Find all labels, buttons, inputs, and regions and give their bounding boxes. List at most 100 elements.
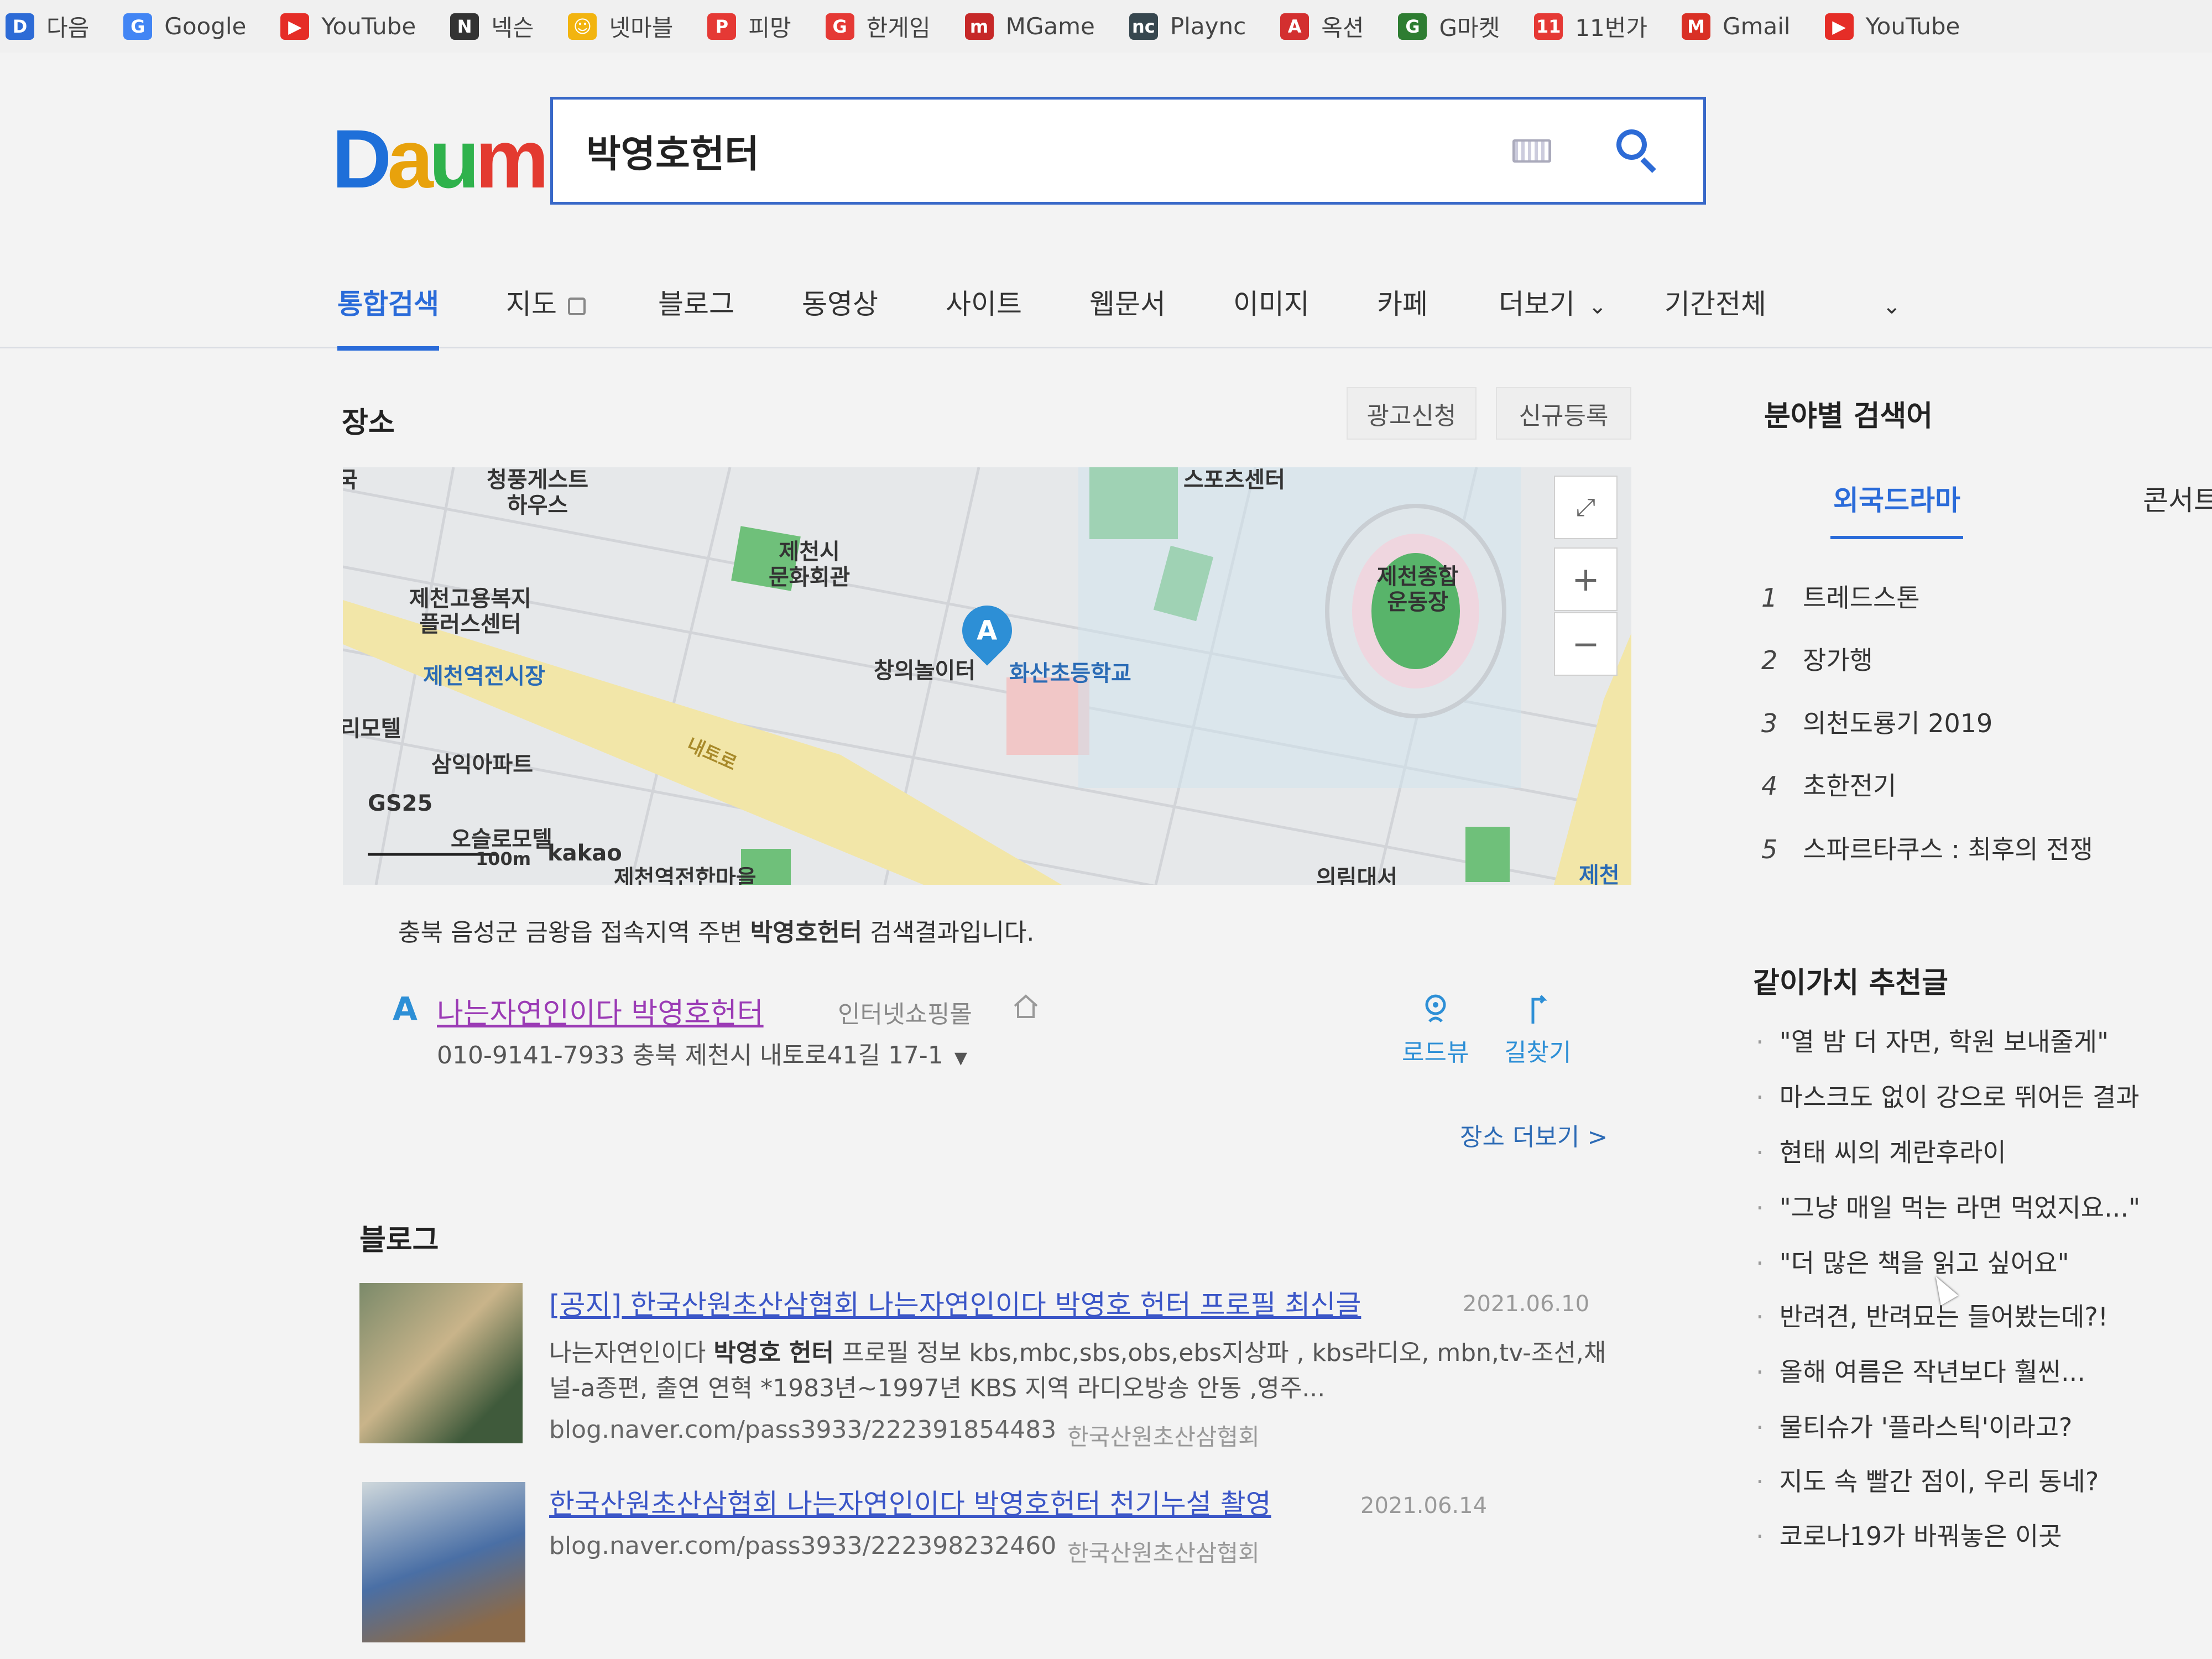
bookmark-item[interactable]: ☺ 넷마블 (568, 9, 673, 43)
daum-logo[interactable]: Daum (332, 117, 549, 200)
blog-title-link[interactable]: [공지] 한국산원초산삼협회 나는자연인이다 박영호 헌터 프로필 최신글 (549, 1283, 1361, 1323)
search-input[interactable] (553, 129, 1512, 173)
recommendation-item[interactable]: "그냥 매일 먹는 라면 먹었지요..." (1756, 1188, 2141, 1224)
bookmark-item[interactable]: G G마켓 (1398, 9, 1500, 43)
tab-site[interactable]: 사이트 (946, 282, 1022, 322)
google-icon: G (123, 13, 153, 40)
pmang-icon: P (707, 13, 737, 40)
place-address: 010-9141-7933 충북 제천시 내토로41길 17-1 ▼ (437, 1041, 967, 1070)
bookmark-item[interactable]: N 넥슨 (450, 9, 534, 43)
ranking-item[interactable]: 1 트레드스톤 (1761, 578, 1920, 614)
fullscreen-icon[interactable]: ⤢ (1554, 476, 1618, 539)
place-notice: 충북 음성군 금왕읍 접속지역 주변 박영호헌터 검색결과입니다. (398, 919, 1035, 947)
map-label: 제천 (1579, 863, 1620, 885)
map-label: 국 (343, 467, 358, 493)
map-label: 제천종합 운동장 (1377, 564, 1459, 615)
chevron-down-icon: ⌄ (1588, 294, 1607, 319)
blog-thumbnail[interactable] (359, 1283, 523, 1443)
bookmarks-bar: D 다음 G Google ▶ YouTube N 넥슨 ☺ 넷마블 P 피망 G 한게임 m MGame nc… (0, 0, 2212, 53)
checkbox-icon[interactable] (568, 297, 586, 315)
map-label: 제천고용복지 플러스센터 (409, 586, 531, 637)
directions-icon (1531, 995, 1547, 1024)
bookmark-label: MGame (1005, 13, 1095, 40)
map-label: 청풍게스트 하우스 (487, 467, 588, 518)
bookmark-label: YouTube (1865, 13, 1960, 40)
blog-date: 2021.06.14 (1360, 1493, 1488, 1519)
zoom-out-button[interactable]: − (1554, 612, 1618, 676)
recommendation-item[interactable]: 현태 씨의 계란후라이 (1756, 1133, 2006, 1169)
map[interactable]: 국 청풍게스트 하우스 제천시 문화회관 스포츠센터 제천고용복지 플러스센터 … (343, 467, 1631, 885)
place-category: 인터넷쇼핑몰 (838, 1000, 972, 1029)
blog-title-link[interactable]: 한국산원초산삼협회 나는자연인이다 박영호헌터 천기누설 촬영 (549, 1482, 1271, 1522)
place-result-link[interactable]: 나는자연인이다 박영호헌터 (437, 990, 764, 1031)
blog-url[interactable]: blog.naver.com/pass3933/222391854483 (549, 1416, 1056, 1444)
bookmark-item[interactable]: M Gmail (1682, 13, 1791, 40)
period-filter[interactable]: 기간전체 ⌄ (1665, 282, 1901, 322)
11st-icon: 11 (1534, 13, 1563, 40)
keyboard-icon[interactable] (1512, 139, 1551, 163)
search-tabs: 통합검색 지도 블로그 동영상 사이트 웹문서 이미지 카페 더보기 ⌄ 기간전체… (0, 265, 2212, 351)
blog-description: 나는자연인이다 박영호 헌터 프로필 정보 kbs,mbc,sbs,obs,eb… (549, 1339, 1606, 1402)
bookmark-item[interactable]: G Google (123, 13, 246, 40)
map-label: 의림대서 (1316, 865, 1398, 885)
gmarket-icon: G (1398, 13, 1427, 40)
recommendation-item[interactable]: "열 밤 더 자면, 학원 보내줄게" (1756, 1022, 2109, 1058)
search-box (550, 97, 1706, 205)
search-button[interactable] (1612, 126, 1662, 176)
bookmark-label: 넷마블 (609, 14, 674, 41)
tab-all[interactable]: 통합검색 (337, 282, 439, 351)
bookmark-item[interactable]: ▶ YouTube (1824, 13, 1960, 40)
bookmark-label: 피망 (748, 14, 791, 41)
tab-cafe[interactable]: 카페 (1377, 282, 1428, 322)
recommendation-item[interactable]: 지도 속 빨간 점이, 우리 동네? (1756, 1462, 2099, 1498)
new-register-button[interactable]: 신규등록 (1496, 387, 1631, 440)
tab-more[interactable]: 더보기 ⌄ (1499, 282, 1607, 322)
recommendation-item[interactable]: 반려견, 반려묘는 들어봤는데?! (1756, 1297, 2109, 1333)
zoom-in-button[interactable]: + (1554, 547, 1618, 611)
roadview-button[interactable]: 로드뷰 (1402, 993, 1469, 1068)
nexon-icon: N (450, 13, 479, 40)
result-marker: A (393, 990, 418, 1027)
blog-section-title: 블로그 (359, 1224, 439, 1257)
bookmark-item[interactable]: P 피망 (707, 9, 791, 43)
ranking-item[interactable]: 5 스파르타쿠스 : 최후의 전쟁 (1761, 830, 2093, 866)
bookmark-item[interactable]: nc Plaync (1129, 13, 1246, 40)
ranking-item[interactable]: 4 초한전기 (1761, 766, 1896, 802)
tab-foreign-drama[interactable]: 외국드라마 (1830, 478, 1963, 539)
ranking-item[interactable]: 3 의천도룡기 2019 (1761, 703, 1992, 740)
map-label: 제천시 문화회관 (769, 539, 851, 590)
recommendation-item[interactable]: 마스크도 없이 강으로 뛰어든 결과 (1756, 1077, 2140, 1114)
blog-thumbnail[interactable] (362, 1482, 525, 1642)
tab-concert[interactable]: 콘서트 (2143, 478, 2212, 518)
recommendation-item[interactable]: 코로나19가 바꿔놓은 이곳 (1756, 1516, 2062, 1553)
blog-url[interactable]: blog.naver.com/pass3933/222398232460 (549, 1532, 1056, 1560)
tab-webdoc[interactable]: 웹문서 (1089, 282, 1166, 322)
map-label: 제천역전한마을 (614, 865, 757, 885)
caret-down-icon[interactable]: ▼ (954, 1048, 967, 1068)
map-label: 화산초등학교 (1009, 661, 1131, 686)
bookmark-item[interactable]: ▶ YouTube (280, 13, 416, 40)
blog-source[interactable]: 한국산원초산삼협회 (1067, 1535, 1260, 1568)
bookmark-item[interactable]: A 옥션 (1280, 9, 1364, 43)
bookmark-item[interactable]: m MGame (964, 13, 1095, 40)
bookmark-item[interactable]: D 다음 (6, 9, 89, 43)
recommendation-item[interactable]: 올해 여름은 작년보다 훨씬... (1756, 1352, 2085, 1389)
bookmark-item[interactable]: 11 11번가 (1534, 9, 1647, 43)
ranking-item[interactable]: 2 장가행 (1761, 640, 1873, 677)
map-label: 삼익아파트 (431, 752, 533, 778)
tab-video[interactable]: 동영상 (802, 282, 878, 322)
tab-image[interactable]: 이미지 (1233, 282, 1310, 322)
ad-apply-button[interactable]: 광고신청 (1347, 387, 1477, 440)
place-more-link[interactable]: 장소 더보기 > (1460, 1117, 1608, 1152)
hangame-icon: G (825, 13, 854, 40)
bookmark-item[interactable]: G 한게임 (825, 9, 931, 43)
tab-map[interactable]: 지도 (506, 282, 586, 322)
recommendation-item[interactable]: 물티슈가 '플라스틱'이라고? (1756, 1407, 2073, 1444)
tab-blog[interactable]: 블로그 (658, 282, 734, 322)
recommendation-item[interactable]: "더 많은 책을 읽고 싶어요" (1756, 1243, 2069, 1280)
bookmark-label: Plaync (1170, 13, 1246, 40)
map-label: 창의놀이터 (874, 658, 975, 684)
directions-button[interactable]: 길찾기 (1504, 993, 1571, 1068)
home-icon[interactable] (1012, 993, 1040, 1019)
blog-source[interactable]: 한국산원초산삼협회 (1067, 1418, 1260, 1452)
